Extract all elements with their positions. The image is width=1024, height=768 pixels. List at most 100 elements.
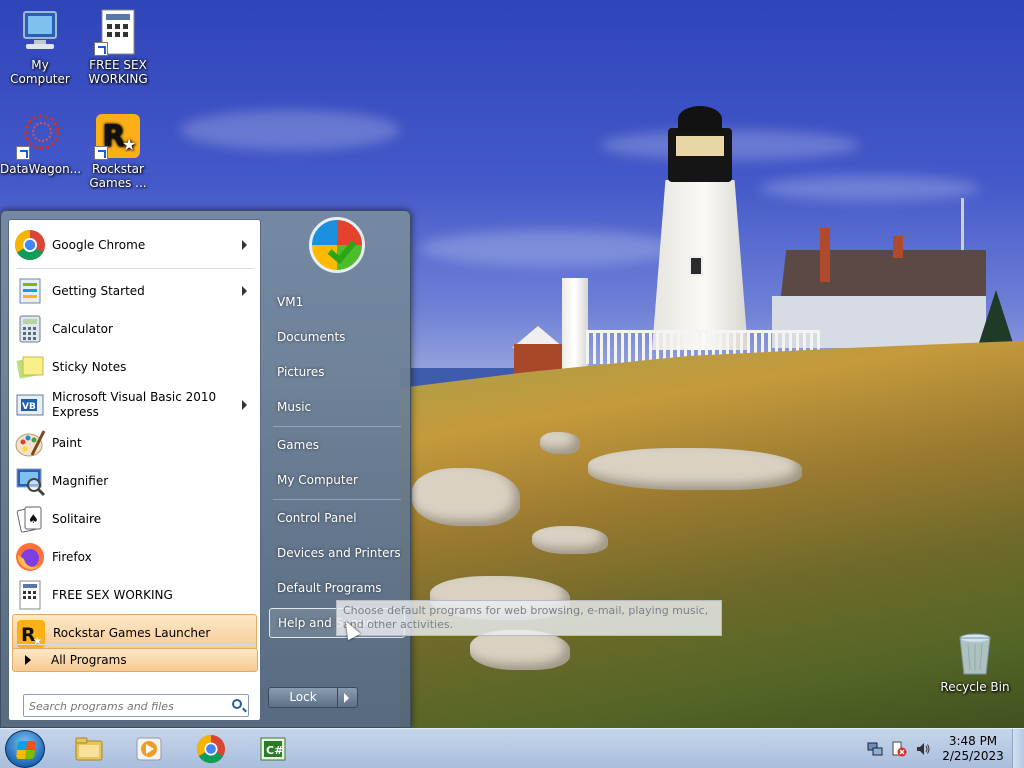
svg-text:★: ★ [122,135,136,154]
start-search-box[interactable] [23,694,249,717]
start-link-label: My Computer [277,473,358,487]
volume-icon[interactable] [915,741,931,757]
desktop-icon-label: DataWagon... [0,162,82,176]
shutdown-options-arrow-icon[interactable] [344,693,349,703]
program-label: Sticky Notes [52,360,127,374]
computer-icon [16,8,64,56]
show-desktop-button[interactable] [1012,729,1024,768]
svg-text:C#: C# [266,744,283,757]
lock-button-label: Lock [289,690,317,704]
calculator-icon [14,313,46,345]
document-icon [94,8,142,56]
taskbar-google-chrome[interactable] [186,732,236,766]
taskbar-visual-csharp[interactable]: C# [248,732,298,766]
program-label: Google Chrome [52,238,146,252]
network-icon[interactable] [867,741,883,757]
program-label: Paint [52,436,82,450]
all-programs-label: All Programs [51,653,127,667]
sticky-notes-icon [14,351,46,383]
start-link-games[interactable]: Games [269,430,405,460]
desktop-icon-datawagon[interactable]: DataWagon... [0,112,82,176]
clock-time: 3:48 PM [948,734,998,748]
start-link-devices-and-printers[interactable]: Devices and Printers [269,538,405,568]
start-link-vm1[interactable]: VM1 [269,287,405,317]
start-link-label: Music [277,400,312,414]
start-button[interactable] [5,730,45,768]
desktop-icon-recycle-bin[interactable]: Recycle Bin [935,630,1015,694]
svg-text:VB: VB [22,402,36,412]
clock-date: 2/25/2023 [942,749,1004,763]
start-link-label: Games [277,438,319,452]
rockstar-icon: R ★ [15,618,47,650]
rockstar-icon: R ★ [94,112,142,160]
start-link-control-panel[interactable]: Control Panel [269,503,405,533]
desktop-icon-label: Rockstar Games ... [89,162,147,190]
program-free-sex-working[interactable]: FREE SEX WORKING [12,576,257,614]
document-icon [14,579,46,611]
program-getting-started[interactable]: Getting Started [12,272,257,310]
start-link-label: Control Panel [277,511,357,525]
magnifier-icon [14,465,46,497]
program-label: Rockstar Games Launcher [53,626,211,640]
taskbar: C# 3:48 PM 2/25/2023 [0,728,1024,768]
start-link-label: Documents [277,330,346,344]
visual-basic-icon: VB [14,389,46,421]
system-clock[interactable]: 3:48 PM 2/25/2023 [938,734,1008,764]
desktop-icon-my-computer[interactable]: My Computer [0,8,80,86]
desktop-icon-label: FREE SEX WORKING [88,58,148,86]
solitaire-icon: ♠ [14,503,46,535]
media-player-icon [134,734,164,764]
program-label-line2: Express [52,405,99,419]
program-label: Getting Started [52,284,145,298]
chrome-icon [14,229,46,261]
start-link-pictures[interactable]: Pictures [269,357,405,387]
program-sticky-notes[interactable]: Sticky Notes [12,348,257,386]
program-visual-basic-2010-express[interactable]: VB Microsoft Visual Basic 2010 Express [12,386,257,424]
getting-started-icon [14,275,46,307]
desktop-icon-rockstar-games[interactable]: R ★ Rockstar Games ... [78,112,158,190]
recycle-bin-icon [951,630,999,678]
program-solitaire[interactable]: ♠ Solitaire [12,500,257,538]
taskbar-media-player[interactable] [124,732,174,766]
lock-button[interactable]: Lock [268,687,358,708]
start-menu: Google Chrome Getting Started Calculator… [0,210,411,728]
all-programs-button[interactable]: All Programs [12,648,258,672]
program-magnifier[interactable]: Magnifier [12,462,257,500]
program-firefox[interactable]: Firefox [12,538,257,576]
desktop-icon-label: My Computer [10,58,70,86]
program-calculator[interactable]: Calculator [12,310,257,348]
windows-logo-icon [16,741,36,759]
desktop-icon-free-sex-working[interactable]: FREE SEX WORKING [78,8,158,86]
start-link-label: Default Programs [277,581,382,595]
tooltip: Choose default programs for web browsing… [336,600,722,636]
program-label: Firefox [52,550,92,564]
program-rockstar-games-launcher[interactable]: R ★ Rockstar Games Launcher [12,614,257,652]
user-picture-avatar[interactable] [309,217,365,273]
submenu-arrow-icon [242,240,247,250]
start-search-input[interactable] [29,696,229,716]
start-link-label: VM1 [277,295,304,309]
datawagon-icon [16,112,64,160]
svg-text:★: ★ [33,636,42,647]
submenu-arrow-icon [242,400,247,410]
start-link-music[interactable]: Music [269,392,405,422]
start-link-default-programs[interactable]: Default Programs [269,573,405,603]
taskbar-windows-explorer[interactable] [64,732,114,766]
svg-text:♠: ♠ [28,512,39,526]
start-menu-programs-pane: Google Chrome Getting Started Calculator… [8,219,261,721]
firefox-icon [14,541,46,573]
submenu-arrow-icon [242,286,247,296]
start-link-documents[interactable]: Documents [269,322,405,352]
program-label: Calculator [52,322,113,336]
program-google-chrome[interactable]: Google Chrome [12,226,257,264]
desktop-icon-label: Recycle Bin [940,680,1010,694]
checkmark-icon [327,233,357,265]
action-center-warning-icon[interactable] [891,741,907,757]
folder-icon [74,734,104,764]
start-link-my-computer[interactable]: My Computer [269,465,405,495]
search-icon[interactable] [232,699,242,709]
start-link-label: Pictures [277,365,325,379]
triangle-right-icon [25,655,31,665]
program-paint[interactable]: Paint [12,424,257,462]
program-label: Solitaire [52,512,102,526]
